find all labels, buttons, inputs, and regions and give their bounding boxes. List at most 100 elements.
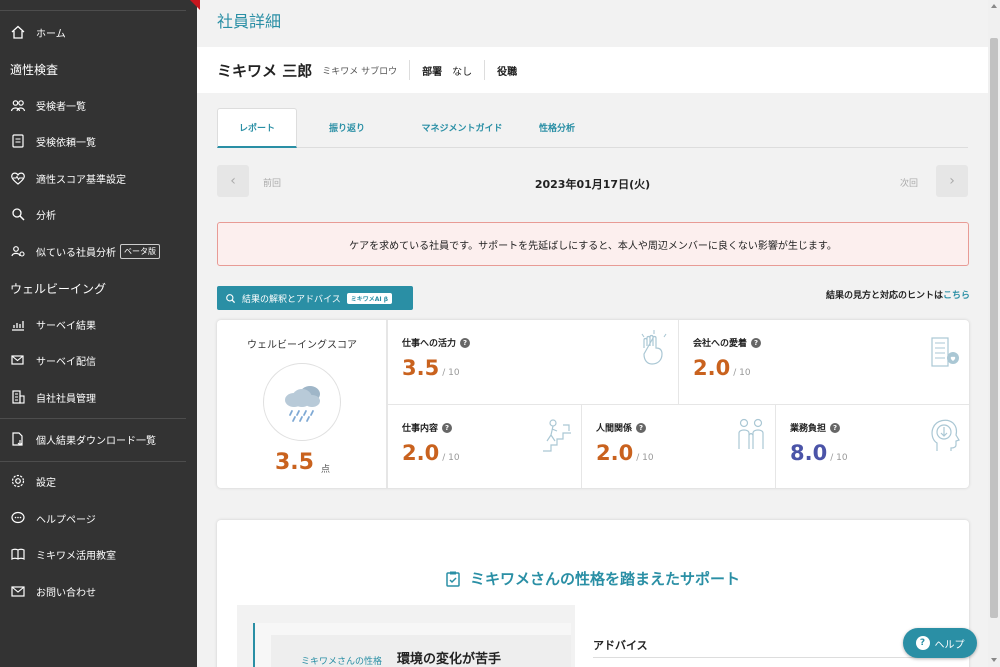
mail-send-icon <box>10 352 26 368</box>
sidebar-divider <box>0 418 186 419</box>
metric-tile: 業務負担? 8.0/ 10 <box>775 404 969 488</box>
tab-bar: レポート 振り返り マネジメントガイド 性格分析 <box>217 108 968 148</box>
sidebar-item-classroom[interactable]: ミキワメ活用教室 <box>0 539 186 569</box>
metric-label: 人間関係? <box>596 421 647 434</box>
sidebar-item-label: 受検者一覧 <box>36 101 86 113</box>
scrollbar[interactable] <box>988 0 1000 667</box>
advice-button[interactable]: 結果の解釈とアドバイス ミキワメAI β <box>217 286 413 310</box>
sidebar-item-requests[interactable]: 受検依頼一覧 <box>0 126 186 156</box>
hint-link[interactable]: こちら <box>943 291 970 301</box>
tab-report[interactable]: レポート <box>217 108 297 148</box>
metric-label-text: 会社への愛着 <box>693 339 748 349</box>
heart-pulse-icon <box>10 170 26 186</box>
metric-label: 仕事への活力? <box>402 336 471 349</box>
sidebar-section-aptitude: 適性検査 <box>10 63 59 77</box>
metric-denominator: / 10 <box>636 453 654 463</box>
metric-label: 業務負担? <box>790 421 841 434</box>
next-button[interactable]: › <box>936 165 968 197</box>
wellbeing-score-title: ウェルビーイングスコア <box>247 340 357 351</box>
help-question-icon[interactable]: ? <box>460 337 471 348</box>
sidebar-item-contact[interactable]: お問い合わせ <box>0 576 186 606</box>
support-title: ミキワメさんの性格を踏まえたサポート <box>217 568 969 589</box>
sidebar-item-settings[interactable]: 設定 <box>0 466 186 496</box>
metric-denominator: / 10 <box>442 453 460 463</box>
search-icon <box>225 293 236 304</box>
head-down-arrow-icon <box>929 413 961 457</box>
sidebar-item-download-list[interactable]: 個人結果ダウンロード一覧 <box>0 424 186 454</box>
metric-denominator: / 10 <box>733 368 751 378</box>
support-section: ミキワメさんの性格を踏まえたサポート アドバイス ミキワメさんの性格 環境の変化… <box>217 520 969 667</box>
sidebar-item-help-page[interactable]: ヘルプページ <box>0 503 186 533</box>
scroll-down-arrow-icon[interactable] <box>991 658 997 662</box>
sidebar-item-survey-results[interactable]: サーベイ結果 <box>0 309 186 339</box>
climbing-stairs-icon <box>541 413 573 457</box>
wellbeing-score-value: 3.5 <box>275 450 314 475</box>
clipboard-check-icon <box>446 571 460 587</box>
advice-label: アドバイス <box>593 639 648 652</box>
help-question-icon[interactable]: ? <box>830 422 841 433</box>
help-button[interactable]: ? ヘルプ <box>903 628 977 658</box>
metric-tile: 仕事への活力? 3.5/ 10 <box>387 320 678 404</box>
hint-text: 結果の見方と対応のヒントはこちら <box>826 288 970 301</box>
scroll-thumb[interactable] <box>990 38 998 618</box>
users-icon <box>10 97 26 113</box>
metric-value: 2.0/ 10 <box>693 356 751 380</box>
fist-icon <box>638 328 670 372</box>
metric-value: 3.5/ 10 <box>402 356 460 380</box>
divider <box>593 657 943 658</box>
sidebar-item-label: 似ている社員分析 <box>36 247 116 259</box>
advice-panel: アドバイス <box>575 605 949 667</box>
divider <box>484 60 486 80</box>
advice-button-label: 結果の解釈とアドバイス <box>242 294 341 305</box>
tab-reflection[interactable]: 振り返り <box>307 108 387 146</box>
help-question-icon[interactable]: ? <box>636 422 647 433</box>
ai-badge: ミキワメAI β <box>346 292 392 304</box>
sidebar-item-survey-delivery[interactable]: サーベイ配信 <box>0 345 186 375</box>
main-content: 社員詳細 ミキワメ 三郎 ミキワメ サブロウ 部署 なし 役職 レポート 振り返… <box>197 0 988 667</box>
tab-management-guide[interactable]: マネジメントガイド <box>397 108 527 146</box>
divider <box>409 60 411 80</box>
rain-cloud-icon <box>263 363 341 441</box>
metric-label: 仕事内容? <box>402 421 453 434</box>
magnifier-icon <box>10 206 26 222</box>
sidebar-item-score-settings[interactable]: 適性スコア基準設定 <box>0 163 186 193</box>
metric-value-number: 2.0 <box>596 441 634 465</box>
sidebar-item-analysis[interactable]: 分析 <box>0 199 186 229</box>
sidebar-item-label: 自社社員管理 <box>36 393 96 405</box>
sidebar-item-label: サーベイ配信 <box>36 356 96 368</box>
sidebar-item-examinees[interactable]: 受検者一覧 <box>0 90 186 120</box>
question-icon: ? <box>915 636 930 650</box>
help-question-icon[interactable]: ? <box>442 422 453 433</box>
role-label: 役職 <box>497 66 518 78</box>
metric-value: 8.0/ 10 <box>790 441 848 465</box>
metric-value: 2.0/ 10 <box>402 441 460 465</box>
home-icon <box>10 24 26 40</box>
gear-icon <box>10 473 26 489</box>
care-alert: ケアを求めている社員です。サポートを先延ばしにすると、本人や周辺メンバーに良くな… <box>217 222 969 266</box>
metric-value-number: 8.0 <box>790 441 828 465</box>
metric-label-text: 仕事内容 <box>402 424 439 434</box>
help-button-label: ヘルプ <box>934 639 965 651</box>
sidebar-item-similar-employees[interactable]: 似ている社員分析 ベータ版 <box>0 236 186 266</box>
metric-value: 2.0/ 10 <box>596 441 654 465</box>
document-icon <box>10 133 26 149</box>
sidebar-item-employee-management[interactable]: 自社社員管理 <box>0 382 186 412</box>
sidebar-item-label: 適性スコア基準設定 <box>36 174 126 186</box>
scroll-up-arrow-icon[interactable] <box>991 4 997 8</box>
personality-value: 環境の変化が苦手 <box>397 652 502 667</box>
support-title-text: ミキワメさんの性格を踏まえたサポート <box>469 570 740 588</box>
sidebar-section-wellbeing: ウェルビーイング <box>10 282 107 296</box>
tab-personality-analysis[interactable]: 性格分析 <box>517 108 597 146</box>
sidebar-item-home[interactable]: ホーム <box>0 17 186 47</box>
metric-tile: 人間関係? 2.0/ 10 <box>581 404 775 488</box>
sidebar-divider <box>0 10 186 11</box>
help-question-icon[interactable]: ? <box>751 337 762 348</box>
sidebar-item-label: 設定 <box>36 477 56 489</box>
score-card: ウェルビーイングスコア 3.5 点 仕事への活力? 3.5/ 10 会社への愛着? 2… <box>217 320 969 488</box>
sidebar-item-label: 個人結果ダウンロード一覧 <box>36 435 156 447</box>
metric-value-number: 3.5 <box>402 356 440 380</box>
sidebar: ホーム 適性検査 受検者一覧 受検依頼一覧 適性スコア基準設定 分析 似ている社… <box>0 0 200 667</box>
metric-label: 会社への愛着? <box>693 336 762 349</box>
employee-header: ミキワメ 三郎 ミキワメ サブロウ 部署 なし 役職 <box>197 47 988 93</box>
personality-label: ミキワメさんの性格 <box>301 657 383 667</box>
